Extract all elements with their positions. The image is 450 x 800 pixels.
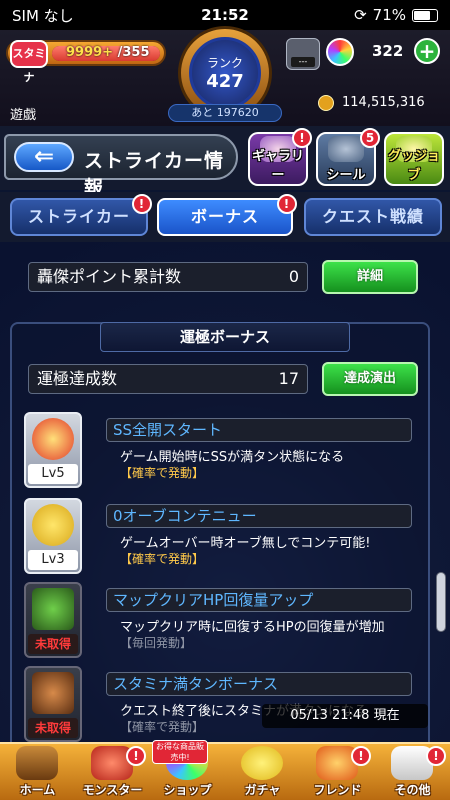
bonus-level: 未取得	[28, 634, 78, 654]
tab-alert-badge: !	[132, 194, 152, 214]
nav-monster[interactable]: モンスター !	[75, 744, 150, 800]
shop-promo-badge: お得な商品販売中!	[152, 740, 208, 764]
coin-count: 114,515,316	[342, 95, 425, 110]
bonus-trigger: 【確率で発動】	[120, 466, 205, 480]
bonus-trigger: 【確率で発動】	[120, 720, 205, 734]
nav-other[interactable]: その他 !	[375, 744, 450, 800]
points-row: 轟傑ポイント累計数 0	[28, 262, 308, 292]
tab-quest-record[interactable]: クエスト戦績	[304, 198, 442, 236]
back-button[interactable]: ⇐	[14, 142, 74, 172]
bonus-item[interactable]: 未取得 マップクリアHP回復量アップ マップクリア時に回復するHPの回復量が増加…	[20, 582, 420, 662]
achieve-effect-button[interactable]: 達成演出	[322, 362, 418, 396]
detail-button[interactable]: 詳細	[322, 260, 418, 294]
seal-count-badge: 5	[360, 128, 380, 148]
goodjob-button[interactable]: グッジョブ	[384, 132, 444, 186]
bonus-name: 0オーブコンテニュー	[106, 504, 412, 528]
seal-button[interactable]: シール 5	[316, 128, 380, 186]
bonus-trigger: 【確率で発動】	[120, 552, 205, 566]
rank-next-exp: あと 197620	[168, 104, 282, 122]
rank-label: ランク	[206, 56, 243, 70]
gallery-button[interactable]: ギャラリー !	[248, 128, 312, 186]
nav-friend[interactable]: フレンド !	[300, 744, 375, 800]
home-icon	[16, 746, 58, 780]
bonus-desc: マップクリア時に回復するHPの回復量が増加	[120, 620, 385, 635]
bottom-nav: ホーム モンスター ! ショップ ガチャ フレンド ! その他 ! お得な商品販…	[0, 740, 450, 800]
points-label: 轟傑ポイント累計数	[37, 267, 182, 286]
wing-arrow-icon: Lv3	[24, 498, 82, 574]
bonus-name: マップクリアHP回復量アップ	[106, 588, 412, 612]
tab-bonus[interactable]: ボーナス !	[157, 194, 297, 236]
bonus-content[interactable]: 轟傑ポイント累計数 0 詳細 運極ボーナス 運極達成数 17 達成演出 Lv5 …	[0, 242, 450, 742]
go-icon: Lv5	[24, 412, 82, 488]
bonus-level: Lv3	[28, 550, 78, 570]
bonus-desc: ゲーム開始時にSSが満タン状態になる	[120, 450, 345, 465]
clock: 21:52	[201, 6, 249, 24]
orb-count: 322	[372, 42, 404, 60]
achieve-value: 17	[278, 369, 299, 388]
points-value: 0	[288, 267, 299, 286]
bonus-name: SS全開スタート	[106, 418, 412, 442]
scrollbar[interactable]	[436, 572, 446, 632]
title-plate: ⇐ ストライカー情報	[4, 134, 238, 199]
tab-alert-badge: !	[277, 194, 297, 214]
top-bar: スタミナ 9999+ /355 ランク 427 あと 197620 --- 32…	[0, 26, 450, 126]
friend-alert-badge: !	[351, 746, 371, 766]
bonus-item[interactable]: Lv3 0オーブコンテニュー ゲームオーバー時オーブ無しでコンテ可能! 【確率で…	[20, 498, 420, 578]
seal-icon	[328, 136, 364, 162]
bonus-trigger: 【毎回発動】	[120, 636, 193, 650]
rank-value: 427	[206, 71, 244, 92]
hp-icon: 未取得	[24, 582, 82, 658]
game-label: 遊戯	[10, 108, 37, 123]
achieve-row: 運極達成数 17	[28, 364, 308, 394]
bonus-level: 未取得	[28, 718, 78, 738]
stamina-value: 9999+ /355	[66, 45, 150, 60]
stamina-icon: 未取得	[24, 666, 82, 742]
monster-alert-badge: !	[126, 746, 146, 766]
battery-icon	[412, 8, 438, 22]
panel-title: 運極ボーナス	[100, 322, 350, 352]
add-orb-button[interactable]: +	[414, 38, 440, 64]
coin-icon	[318, 95, 334, 111]
tab-bar: ストライカー ! ボーナス ! クエスト戦績	[0, 192, 450, 242]
bonus-level: Lv5	[28, 464, 78, 484]
bonus-desc: ゲームオーバー時オーブ無しでコンテ可能!	[120, 536, 371, 551]
timestamp: 05/13 21:48 現在	[262, 704, 428, 728]
nav-home[interactable]: ホーム	[0, 744, 75, 800]
gallery-alert-badge: !	[292, 128, 312, 148]
nav-gacha[interactable]: ガチャ	[225, 744, 300, 800]
stamina-meter[interactable]: スタミナ 9999+ /355	[6, 40, 166, 84]
achieve-label: 運極達成数	[37, 369, 118, 388]
bonus-name: スタミナ満タンボーナス	[106, 672, 412, 696]
page-header: ⇐ ストライカー情報 ギャラリー ! シール 5 グッジョブ	[0, 126, 450, 199]
orb-icon	[326, 38, 354, 66]
stamina-label: スタミナ	[10, 40, 48, 84]
bonus-item[interactable]: Lv5 SS全開スタート ゲーム開始時にSSが満タン状態になる 【確率で発動】	[20, 412, 420, 492]
gacha-icon	[241, 746, 283, 780]
other-alert-badge: !	[426, 746, 446, 766]
tab-striker[interactable]: ストライカー !	[10, 194, 152, 236]
item-box-icon[interactable]: ---	[286, 38, 320, 70]
